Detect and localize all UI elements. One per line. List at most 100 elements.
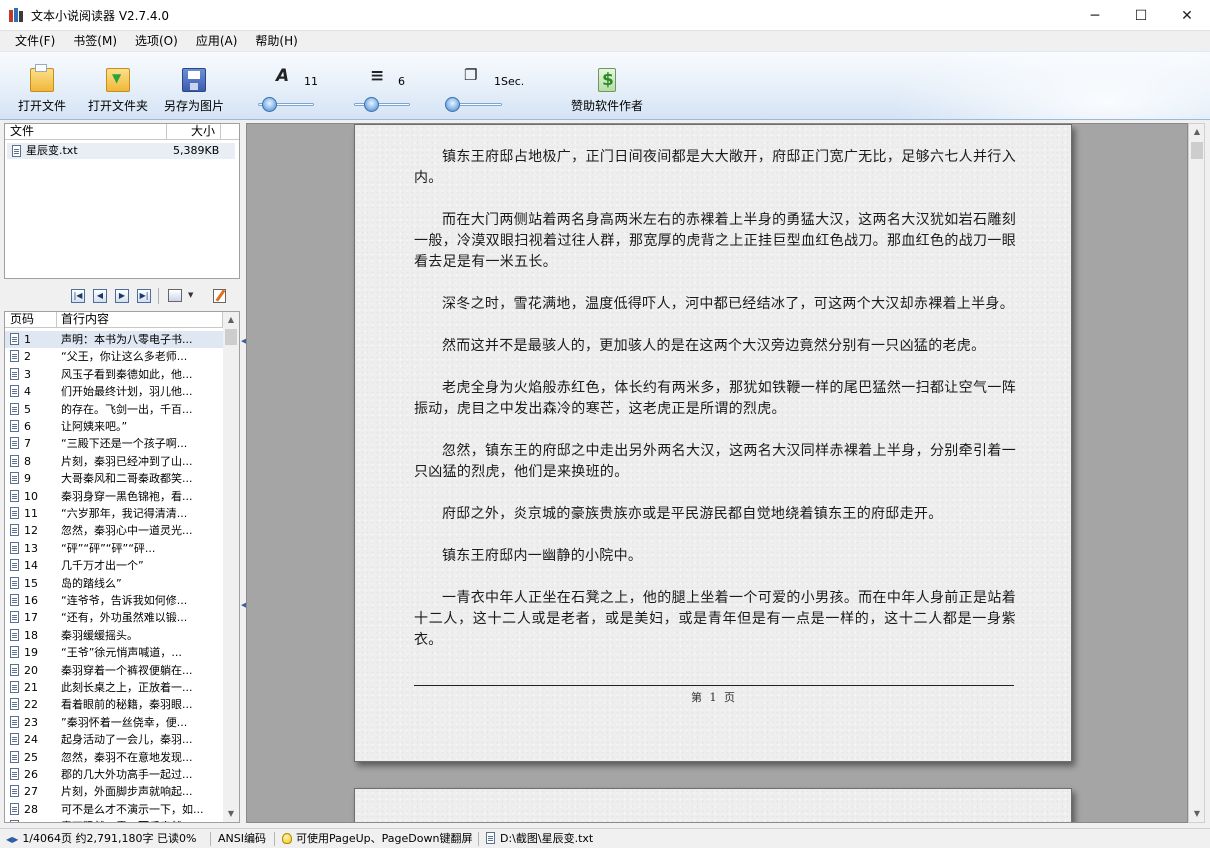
page-list-item[interactable]: 20 秦羽穿着一个裤衩便躺在...: [5, 662, 223, 679]
page-list-item[interactable]: 19 “王爷”徐元悄声喊道，...: [5, 644, 223, 661]
page-list-item[interactable]: 29 青石猛然一震，而后竟然...: [5, 818, 223, 822]
first-line-cell: 看着眼前的秘籍，秦羽眼...: [61, 698, 193, 712]
first-page-button[interactable]: |◀: [71, 289, 85, 303]
menu-apps[interactable]: 应用(A): [188, 31, 246, 51]
donate-button[interactable]: 赞助软件作者: [566, 52, 648, 119]
page-text: 镇东王府邸占地极广，正门日间夜间都是大大敞开，府邸正门宽广无比，足够六七人并行入…: [414, 147, 1016, 672]
open-file-button[interactable]: 打开文件: [14, 52, 70, 119]
page-arrows-icon: ◀▶: [6, 835, 19, 844]
scroll-up-arrow[interactable]: ▲: [223, 312, 239, 328]
bookmark-options-icon[interactable]: [168, 289, 182, 302]
page-list-item[interactable]: 28 可不是么才不演示一下，如...: [5, 801, 223, 818]
first-line-cell: 秦羽穿着一个裤衩便躺在...: [61, 663, 193, 677]
page-number-cell: 8: [24, 454, 31, 468]
scrollbar-thumb[interactable]: [1191, 142, 1203, 159]
menu-help[interactable]: 帮助(H): [247, 31, 305, 51]
line-spacing-slider[interactable]: [354, 103, 410, 106]
page-list-item[interactable]: 12 忽然，秦羽心中一道灵光...: [5, 522, 223, 539]
page-icon: [10, 559, 19, 572]
open-folder-button[interactable]: 打开文件夹: [86, 52, 150, 119]
file-row[interactable]: 星辰变.txt 5,389KB: [7, 143, 235, 159]
page-number-cell: 3: [24, 367, 31, 381]
page-list-item[interactable]: 10 秦羽身穿一黑色锦袍，看...: [5, 488, 223, 505]
page-list-item[interactable]: 17 “还有，外功虽然难以锻...: [5, 609, 223, 626]
first-line-cell: “父王，你让这么多老师...: [61, 350, 188, 364]
first-line-cell: 的存在。飞剑一出，千百...: [61, 402, 193, 416]
last-page-button[interactable]: ▶|: [137, 289, 151, 303]
page-list-item[interactable]: 6 让阿姨来吧。”: [5, 418, 223, 435]
paragraph: 然而这并不是最骇人的，更加骇人的是在这两个大汉旁边竟然分别有一只凶猛的老虎。: [442, 338, 986, 354]
minimize-button[interactable]: ─: [1072, 0, 1118, 31]
maximize-button[interactable]: ☐: [1118, 0, 1164, 31]
page-icon: [10, 802, 19, 815]
line-spacing-control: ≡ 6: [348, 52, 428, 119]
page-flip-delay-slider-thumb[interactable]: [444, 97, 460, 112]
menu-bookmarks[interactable]: 书签(M): [65, 31, 125, 51]
save-as-image-button[interactable]: 另存为图片: [162, 52, 226, 119]
menu-options[interactable]: 选项(O): [127, 31, 186, 51]
first-line-cell: 让阿姨来吧。”: [61, 420, 128, 433]
page-number-cell: 20: [24, 663, 38, 677]
page-icon: [10, 420, 19, 432]
menu-file[interactable]: 文件(F): [7, 31, 63, 51]
line-spacing-slider-thumb[interactable]: [363, 97, 379, 112]
page-list-item[interactable]: 15 岛的踏线么”: [5, 575, 223, 592]
next-book-page: [354, 788, 1072, 822]
close-button[interactable]: ✕: [1164, 0, 1210, 31]
page-list-item[interactable]: 16 “连爷爷，告诉我如何修...: [5, 592, 223, 609]
reading-area[interactable]: WWW.WEIDOWN.COM 镇东王府邸占地极广，正门日间夜间都是大大敞开，府…: [246, 123, 1188, 823]
page-list-item[interactable]: 3 风玉子看到秦德如此，他...: [5, 366, 223, 383]
page-list-item[interactable]: 5 的存在。飞剑一出，千百...: [5, 401, 223, 418]
first-line-cell: “六岁那年，我记得清清...: [61, 507, 188, 520]
page-list-item[interactable]: 21 此刻长桌之上，正放着一...: [5, 679, 223, 696]
page-list-item[interactable]: 22 看着眼前的秘籍，秦羽眼...: [5, 696, 223, 713]
line-spacing-icon: ≡: [370, 66, 385, 86]
page-list-item[interactable]: 27 片刻，外面脚步声就响起...: [5, 783, 223, 800]
page-icon: [10, 350, 19, 363]
next-page-button[interactable]: ▶: [115, 289, 129, 303]
reader-scrollbar[interactable]: ▲ ▼: [1188, 123, 1205, 823]
column-header-file[interactable]: 文件: [5, 124, 167, 140]
prev-page-button[interactable]: ◀: [93, 289, 107, 303]
hint-text: 可使用PageUp、PageDown键翻屏: [296, 832, 473, 845]
column-header-size[interactable]: 大小: [167, 124, 221, 140]
page-list-item[interactable]: 2 “父王，你让这么多老师...: [5, 348, 223, 365]
floppy-icon: [182, 68, 206, 92]
dropdown-arrow-icon[interactable]: ▼: [188, 291, 193, 299]
column-header-first-line[interactable]: 首行内容: [57, 312, 223, 328]
scroll-up-arrow[interactable]: ▲: [1189, 124, 1205, 140]
page-list-item[interactable]: 9 大哥秦风和二哥秦政都笑...: [5, 470, 223, 487]
page-icon: [10, 367, 19, 380]
page-list[interactable]: 页码 首行内容 1 声明：本书为八零电子书... 2 “父王，你让这么多老师... 3 风…: [4, 311, 240, 823]
page-list-item[interactable]: 23 ”秦羽怀着一丝侥幸，便...: [5, 714, 223, 731]
page-number-cell: 14: [24, 559, 38, 573]
font-size-slider-thumb[interactable]: [262, 97, 278, 112]
page-list-item[interactable]: 4 们开始最终计划，羽儿他...: [5, 383, 223, 400]
page-list-item[interactable]: 13 “砰”“砰”“砰”“砰...: [5, 540, 223, 557]
column-header-page[interactable]: 页码: [5, 312, 57, 328]
app-books-icon: [8, 7, 24, 23]
page-list-item[interactable]: 24 起身活动了一会儿，秦羽...: [5, 731, 223, 748]
title-bar[interactable]: 文本小说阅读器 V2.7.4.0 ─ ☐ ✕: [0, 0, 1210, 31]
scroll-down-arrow[interactable]: ▼: [1189, 806, 1205, 822]
page-list-item[interactable]: 14 几千万才出一个”: [5, 557, 223, 574]
page-number-cell: 19: [24, 646, 38, 660]
page-list-item[interactable]: 11 “六岁那年，我记得清清...: [5, 505, 223, 522]
page-number-cell: 6: [24, 420, 31, 433]
page-list-item[interactable]: 25 忽然，秦羽不在意地发现...: [5, 749, 223, 766]
page-list-scrollbar[interactable]: ▲ ▼: [223, 312, 239, 822]
page-nav-toolbar: |◀ ◀ ▶ ▶| ▼: [4, 281, 240, 311]
page-icon: [10, 628, 19, 641]
page-list-item[interactable]: 18 秦羽缓缓摇头。: [5, 627, 223, 644]
page-icon: [10, 454, 19, 467]
scroll-down-arrow[interactable]: ▼: [223, 806, 239, 822]
edit-note-icon[interactable]: [213, 289, 226, 303]
page-number-cell: 12: [24, 524, 38, 538]
scrollbar-thumb[interactable]: [225, 329, 237, 345]
page-list-item[interactable]: 8 片刻，秦羽已经冲到了山...: [5, 453, 223, 470]
page-list-item[interactable]: 26 郡的几大外功高手一起过...: [5, 766, 223, 783]
page-list-item[interactable]: 7 “三殿下还是一个孩子啊...: [5, 435, 223, 452]
page-list-item[interactable]: 1 声明：本书为八零电子书...: [5, 331, 223, 349]
page-number-cell: 27: [24, 785, 38, 799]
file-list[interactable]: 文件 大小 星辰变.txt 5,389KB: [4, 123, 240, 279]
